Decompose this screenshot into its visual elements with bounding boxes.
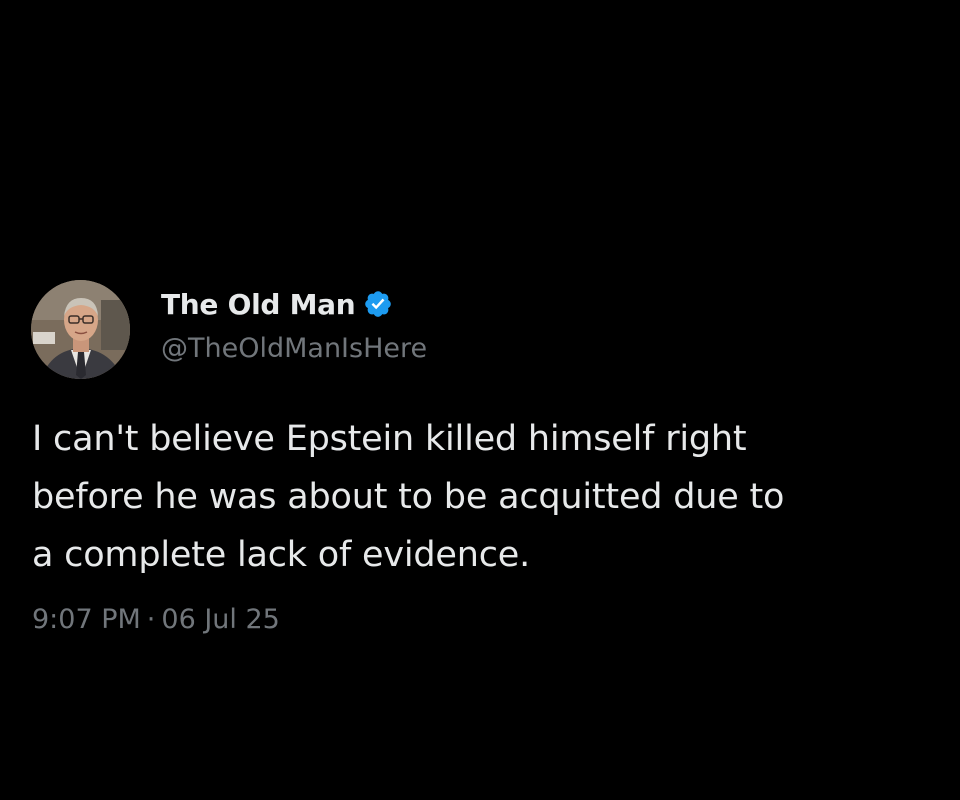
tweet-body-line: before he was about to be acquitted due … bbox=[32, 477, 785, 517]
author-name-row: The Old Man bbox=[161, 284, 393, 324]
verified-badge-icon bbox=[363, 289, 393, 319]
tweet-body: I can't believe Epstein killed himself r… bbox=[32, 410, 937, 584]
author-display-name[interactable]: The Old Man bbox=[161, 288, 356, 321]
avatar[interactable] bbox=[31, 280, 130, 379]
avatar-image bbox=[31, 280, 130, 379]
meta-separator: · bbox=[146, 604, 156, 635]
tweet-time[interactable]: 9:07 PM bbox=[32, 604, 141, 635]
tweet-body-line: I can't believe Epstein killed himself r… bbox=[32, 419, 747, 459]
author-handle[interactable]: @TheOldManIsHere bbox=[161, 333, 427, 364]
tweet-meta: 9:07 PM · 06 Jul 25 bbox=[32, 604, 280, 635]
tweet-body-line: a complete lack of evidence. bbox=[32, 535, 531, 575]
tweet: The Old Man @TheOldManIsHere I can't bel… bbox=[0, 0, 960, 800]
tweet-date[interactable]: 06 Jul 25 bbox=[161, 604, 279, 635]
